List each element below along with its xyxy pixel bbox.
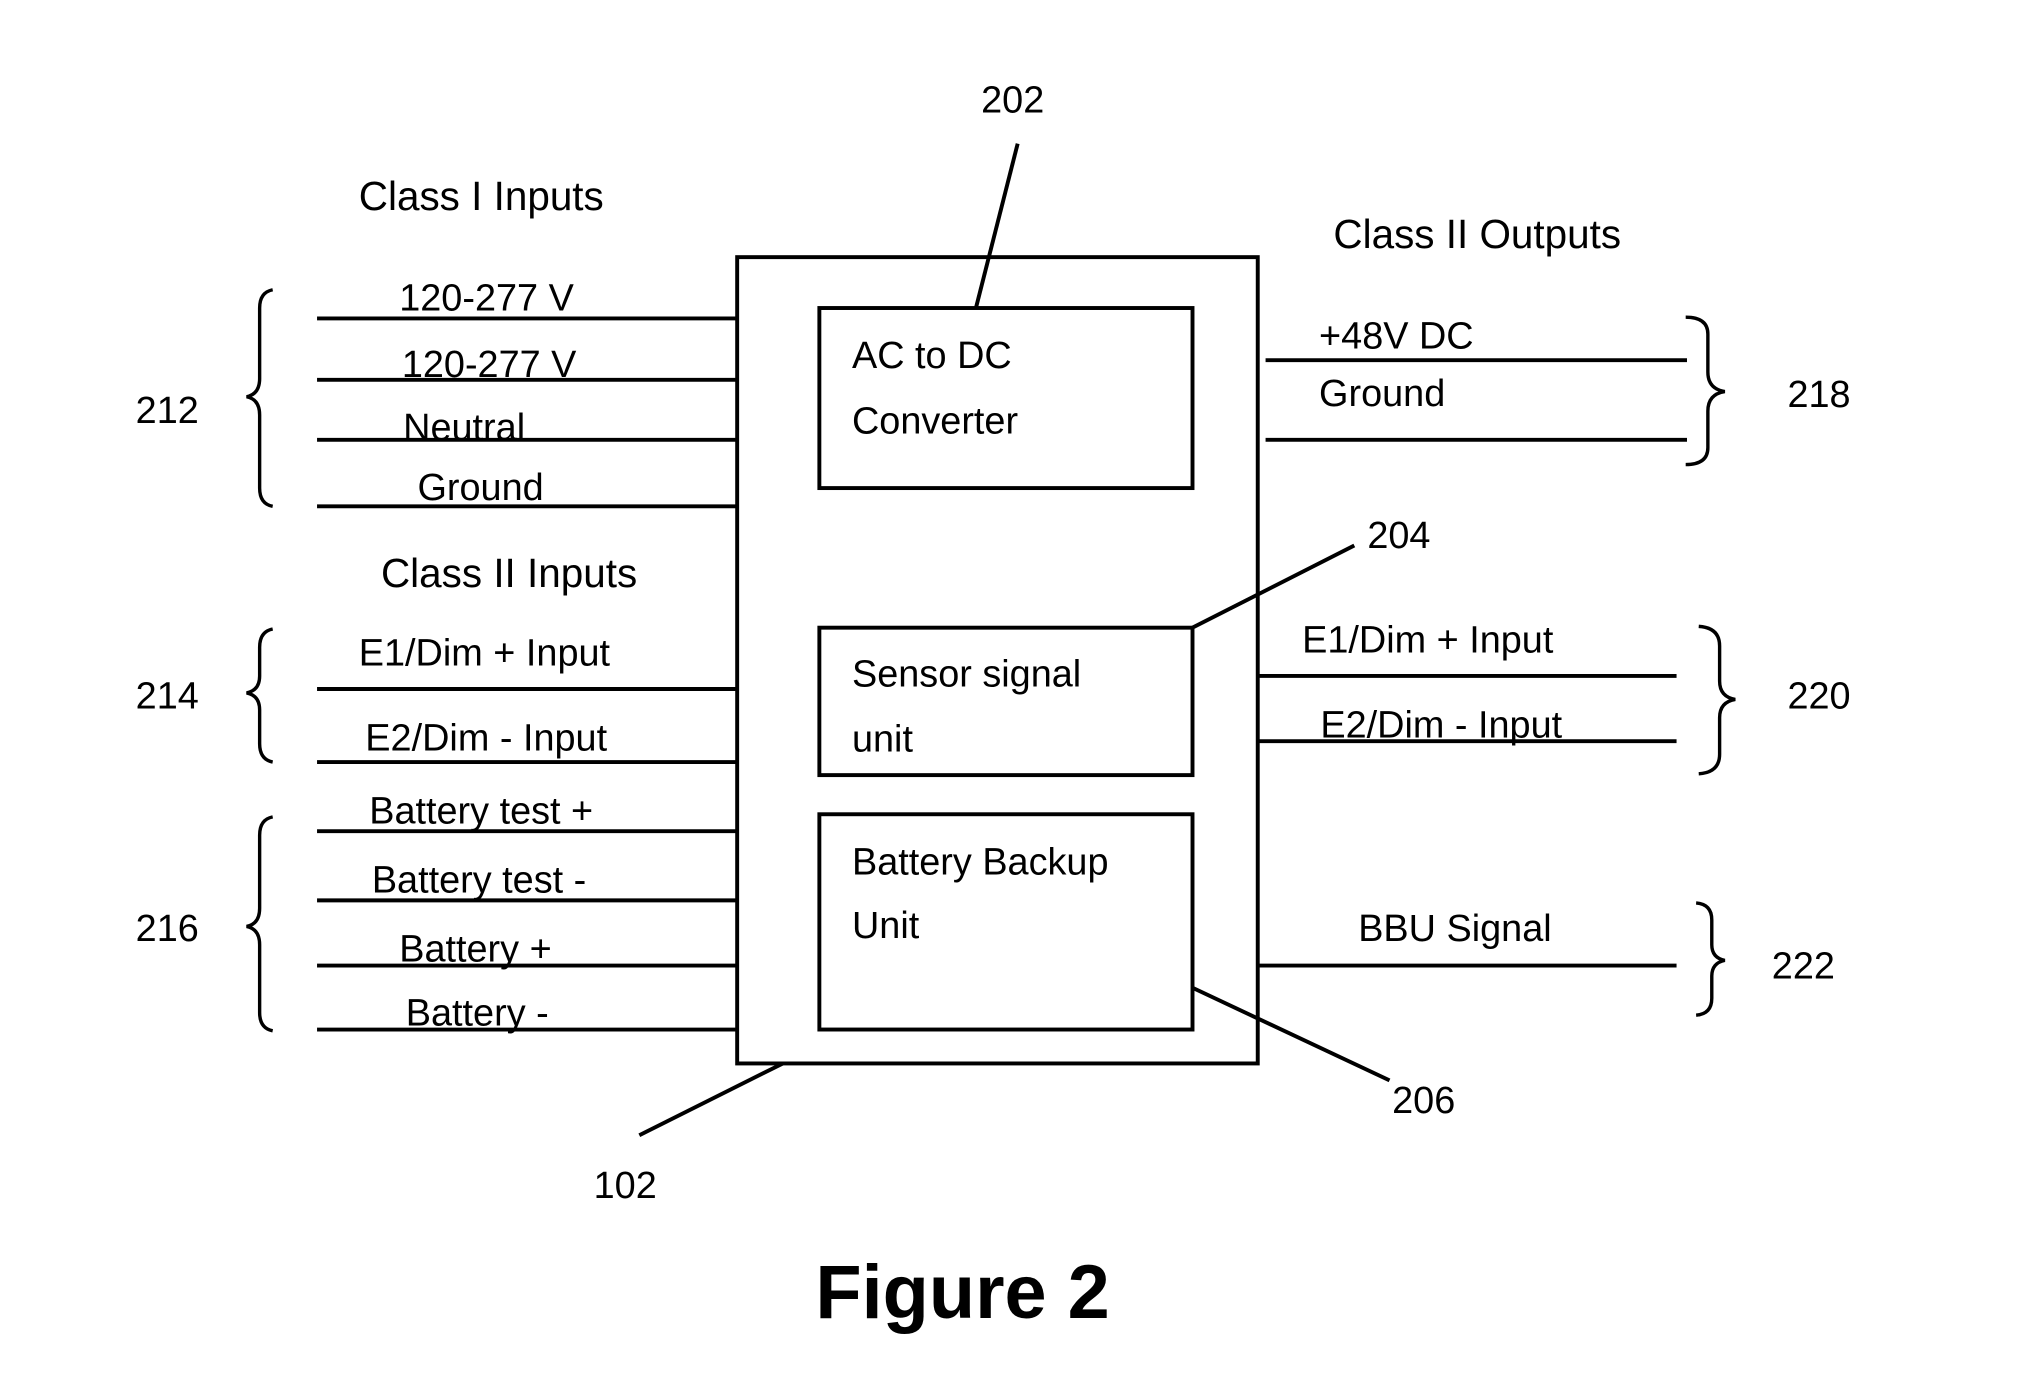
input-label: Battery test + (369, 790, 593, 832)
input-group-216: Battery test + Battery test - Battery + … (136, 790, 738, 1035)
output-label: E1/Dim + Input (1302, 619, 1554, 661)
output-group-220: E1/Dim + Input E2/Dim - Input 220 (1257, 619, 1851, 776)
sensor-label-line1: Sensor signal (852, 653, 1081, 695)
input-label: Ground (418, 467, 544, 509)
input-group-214: E1/Dim + Input E2/Dim - Input 214 (136, 627, 738, 765)
output-label: E2/Dim - Input (1320, 704, 1562, 746)
figure-caption: Figure 2 (815, 1250, 1109, 1335)
sensor-label-line2: unit (852, 719, 913, 761)
ref-202: 202 (981, 79, 1044, 121)
input-label: E2/Dim - Input (365, 717, 607, 759)
input-label: 120-277 V (402, 344, 577, 386)
right-brace-icon (1685, 315, 1726, 467)
left-brace-icon (246, 627, 274, 764)
ac-dc-label-line1: AC to DC (852, 335, 1012, 377)
ref-218: 218 (1787, 374, 1850, 416)
right-brace-icon (1698, 624, 1736, 776)
ref-222: 222 (1772, 946, 1835, 988)
output-label: +48V DC (1319, 315, 1474, 357)
ref-216: 216 (136, 908, 199, 950)
heading-class1-inputs: Class I Inputs (359, 173, 604, 219)
ref-220: 220 (1787, 676, 1850, 718)
ref-206: 206 (1392, 1080, 1455, 1122)
leader-102 (638, 1061, 784, 1137)
bbu-label-line1: Battery Backup (852, 841, 1109, 883)
ref-212: 212 (136, 390, 199, 432)
ac-dc-label-line2: Converter (852, 400, 1018, 442)
heading-class2-outputs: Class II Outputs (1333, 211, 1621, 257)
output-label: BBU Signal (1358, 908, 1551, 950)
output-group-218: +48V DC Ground 218 (1265, 315, 1851, 467)
ref-204: 204 (1367, 515, 1430, 557)
input-label: E1/Dim + Input (359, 633, 611, 675)
input-label: Battery test - (372, 860, 586, 902)
output-label: Ground (1319, 373, 1445, 415)
input-label: Neutral (403, 407, 525, 449)
input-label: Battery + (399, 929, 551, 971)
left-brace-icon (246, 815, 274, 1033)
block-diagram: Class I Inputs Class II Inputs Class II … (136, 79, 1851, 1335)
right-brace-icon (1695, 901, 1726, 1017)
ref-214: 214 (136, 676, 199, 718)
input-label: 120-277 V (399, 278, 574, 320)
output-group-222: BBU Signal 222 (1257, 901, 1835, 1017)
left-brace-icon (246, 288, 274, 509)
heading-class2-inputs: Class II Inputs (381, 550, 637, 596)
bbu-label-line2: Unit (852, 905, 920, 947)
input-group-212: 120-277 V 120-277 V Neutral Ground 212 (136, 278, 738, 509)
input-label: Battery - (406, 993, 549, 1035)
ref-102: 102 (594, 1165, 657, 1207)
